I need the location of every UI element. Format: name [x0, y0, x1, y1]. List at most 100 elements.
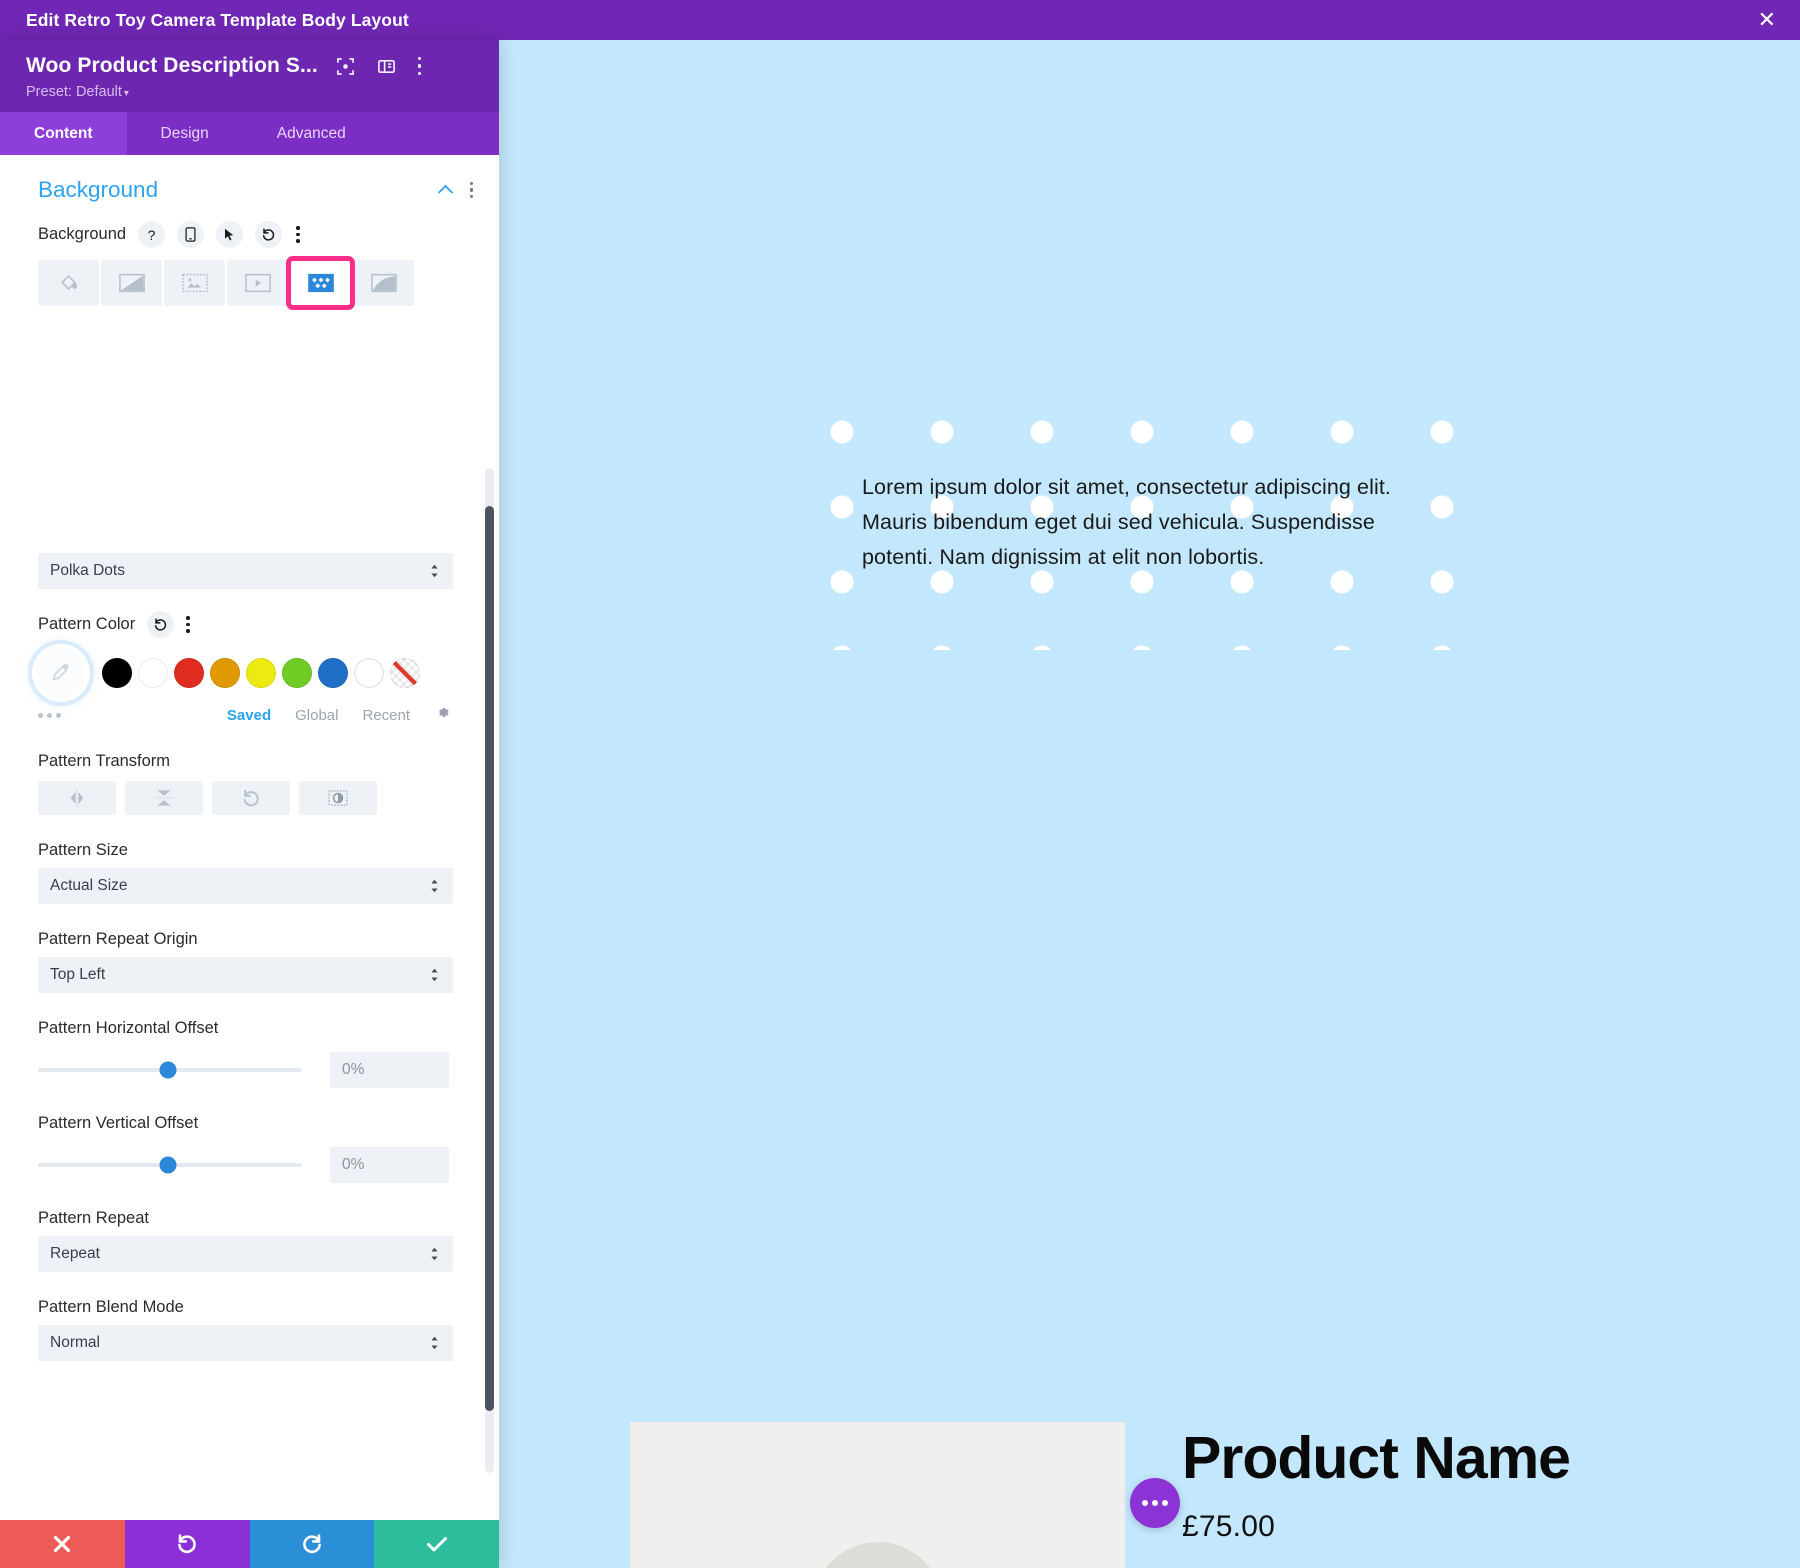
- panel-tabs: Content Design Advanced: [0, 112, 499, 155]
- layout-icon[interactable]: [377, 57, 396, 76]
- save-button[interactable]: [374, 1520, 499, 1568]
- background-pattern-icon[interactable]: [286, 256, 355, 310]
- vertical-offset-slider[interactable]: [38, 1156, 302, 1174]
- swatch-red[interactable]: [174, 658, 204, 688]
- swatch-orange[interactable]: [210, 658, 240, 688]
- module-title: Woo Product Description S...: [26, 54, 318, 77]
- window-titlebar: Edit Retro Toy Camera Template Body Layo…: [0, 0, 1800, 40]
- expand-icon[interactable]: [336, 57, 355, 76]
- eyedropper-icon[interactable]: [36, 648, 86, 698]
- pattern-repeat-wrap: Repeat: [0, 1228, 499, 1272]
- chevron-updown-icon: [430, 564, 439, 579]
- swatch-green[interactable]: [282, 658, 312, 688]
- pattern-horizontal-offset-label: Pattern Horizontal Offset: [38, 1019, 219, 1037]
- background-color-icon[interactable]: [38, 260, 99, 306]
- pattern-select-wrap: Polka Dots: [0, 553, 499, 589]
- background-section-header[interactable]: Background: [0, 155, 499, 207]
- pattern-color-row: Pattern Color: [0, 589, 499, 638]
- tab-advanced[interactable]: Advanced: [243, 112, 380, 155]
- gear-icon[interactable]: [434, 704, 451, 726]
- divi-builder-screen: Lorem ipsum dolor sit amet, consectetur …: [0, 0, 1800, 1568]
- tab-design[interactable]: Design: [127, 112, 243, 155]
- pattern-blend-mode-label: Pattern Blend Mode: [38, 1298, 184, 1316]
- reset-icon[interactable]: [255, 221, 283, 248]
- module-options-fab[interactable]: [1130, 1478, 1180, 1528]
- pattern-preview-spacer: [0, 306, 499, 553]
- section-title: Background: [38, 177, 159, 202]
- product-title[interactable]: Product Name: [1182, 1427, 1571, 1490]
- chevron-up-icon[interactable]: [437, 180, 454, 200]
- discard-button[interactable]: [0, 1520, 125, 1568]
- pattern-size-label: Pattern Size: [38, 841, 128, 859]
- vertical-offset-input[interactable]: 0%: [330, 1147, 449, 1183]
- background-type-tabs: [0, 248, 499, 310]
- swatch-blue[interactable]: [318, 658, 348, 688]
- slider-knob[interactable]: [159, 1061, 177, 1079]
- product-price[interactable]: £75.00: [1182, 1510, 1570, 1544]
- kebab-icon[interactable]: [186, 616, 190, 633]
- pattern-select[interactable]: Polka Dots: [38, 553, 453, 589]
- pattern-size-wrap: Actual Size: [0, 860, 499, 904]
- pattern-vertical-offset-label: Pattern Vertical Offset: [38, 1114, 199, 1132]
- chevron-updown-icon: [430, 968, 439, 983]
- pattern-repeat-value: Repeat: [50, 1245, 100, 1262]
- kebab-icon[interactable]: [469, 181, 473, 199]
- kebab-icon[interactable]: [296, 226, 300, 243]
- preview-body-text[interactable]: Lorem ipsum dolor sit amet, consectetur …: [862, 470, 1402, 575]
- pattern-transform-label: Pattern Transform: [38, 752, 171, 770]
- background-image-icon[interactable]: [164, 260, 225, 306]
- background-video-icon[interactable]: [227, 260, 288, 306]
- tab-content[interactable]: Content: [0, 112, 127, 155]
- pattern-blend-mode-wrap: Normal: [0, 1317, 499, 1361]
- pattern-horizontal-offset-row: 0%: [0, 1038, 499, 1088]
- undo-button[interactable]: [124, 1520, 250, 1568]
- scrollbar-thumb[interactable]: [485, 506, 494, 1411]
- color-swatch-row: [0, 638, 499, 698]
- product-info: Product Name £75.00: [1182, 1427, 1571, 1544]
- chevron-down-icon: ▾: [123, 88, 129, 99]
- window-title: Edit Retro Toy Camera Template Body Layo…: [26, 9, 409, 30]
- horizontal-offset-input[interactable]: 0%: [330, 1052, 449, 1088]
- close-icon[interactable]: ✕: [1758, 9, 1776, 31]
- swatch-white[interactable]: [138, 658, 168, 688]
- pattern-repeat-origin-wrap: Top Left: [0, 949, 499, 993]
- chevron-updown-icon: [430, 1247, 439, 1262]
- pattern-repeat-origin-select[interactable]: Top Left: [38, 957, 453, 993]
- swatch-transparent[interactable]: [390, 658, 420, 688]
- color-palette-meta: Saved Global Recent: [0, 698, 499, 726]
- dot-2: [1152, 1500, 1158, 1506]
- pattern-transform-row: [0, 771, 499, 815]
- reset-icon[interactable]: [147, 611, 175, 638]
- background-field-row: Background ?: [0, 207, 499, 248]
- swatch-black[interactable]: [102, 658, 132, 688]
- chevron-updown-icon: [430, 1336, 439, 1351]
- slider-knob[interactable]: [159, 1156, 177, 1174]
- flip-vertical-icon[interactable]: [125, 781, 203, 815]
- background-field-label: Background: [38, 225, 127, 243]
- panel-scrollbar[interactable]: [485, 468, 494, 1473]
- ellipsis-icon[interactable]: [38, 712, 61, 718]
- panel-body: Background Background ? Polka Dots Patte…: [0, 155, 499, 1520]
- cursor-icon[interactable]: [216, 221, 244, 248]
- swatch-empty[interactable]: [354, 658, 384, 688]
- palette-tab-saved[interactable]: Saved: [227, 707, 271, 724]
- swatch-yellow[interactable]: [246, 658, 276, 688]
- background-gradient-icon[interactable]: [101, 260, 162, 306]
- pattern-repeat-label: Pattern Repeat: [38, 1209, 149, 1227]
- pattern-repeat-select[interactable]: Repeat: [38, 1236, 453, 1272]
- redo-button[interactable]: [249, 1520, 375, 1568]
- more-options-icon[interactable]: [417, 56, 422, 76]
- palette-tab-global[interactable]: Global: [295, 707, 338, 724]
- rotate-icon[interactable]: [212, 781, 290, 815]
- background-mask-icon[interactable]: [353, 260, 414, 306]
- pattern-blend-mode-select[interactable]: Normal: [38, 1325, 453, 1361]
- product-image-placeholder[interactable]: [630, 1422, 1125, 1568]
- mobile-icon[interactable]: [177, 221, 205, 248]
- flip-horizontal-icon[interactable]: [38, 781, 116, 815]
- horizontal-offset-slider[interactable]: [38, 1061, 302, 1079]
- help-icon[interactable]: ?: [138, 221, 166, 248]
- pattern-size-select[interactable]: Actual Size: [38, 868, 453, 904]
- invert-icon[interactable]: [299, 781, 377, 815]
- preset-selector[interactable]: Preset: Default ▾: [26, 84, 473, 100]
- palette-tab-recent[interactable]: Recent: [362, 707, 410, 724]
